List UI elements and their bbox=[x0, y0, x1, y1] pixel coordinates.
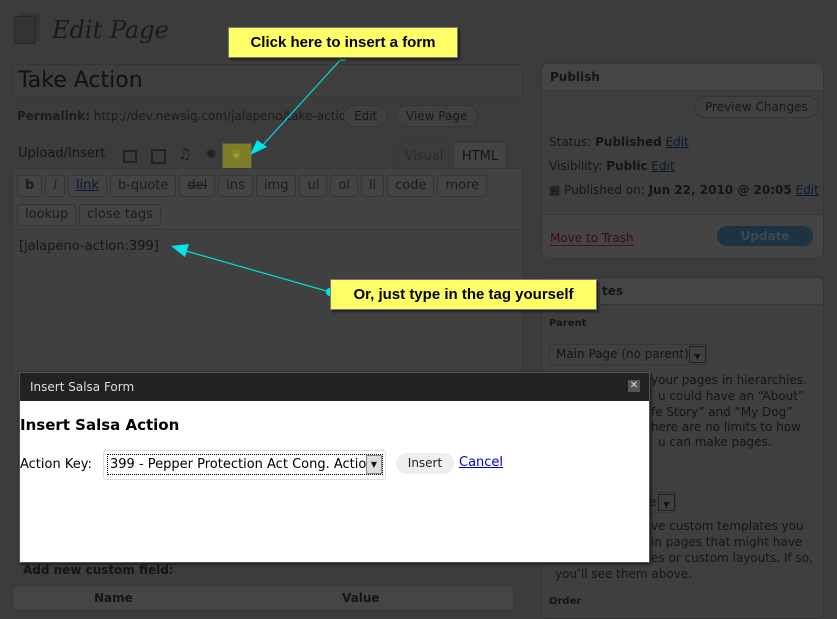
arrow-to-button bbox=[261, 56, 344, 147]
callout-type-tag: Or, just type in the tag yourself bbox=[330, 279, 597, 310]
callout-insert-form: Click here to insert a form bbox=[228, 27, 458, 58]
arrow-to-tag bbox=[185, 250, 331, 293]
arrowhead-icon bbox=[250, 140, 267, 155]
arrowhead-icon bbox=[171, 244, 189, 257]
